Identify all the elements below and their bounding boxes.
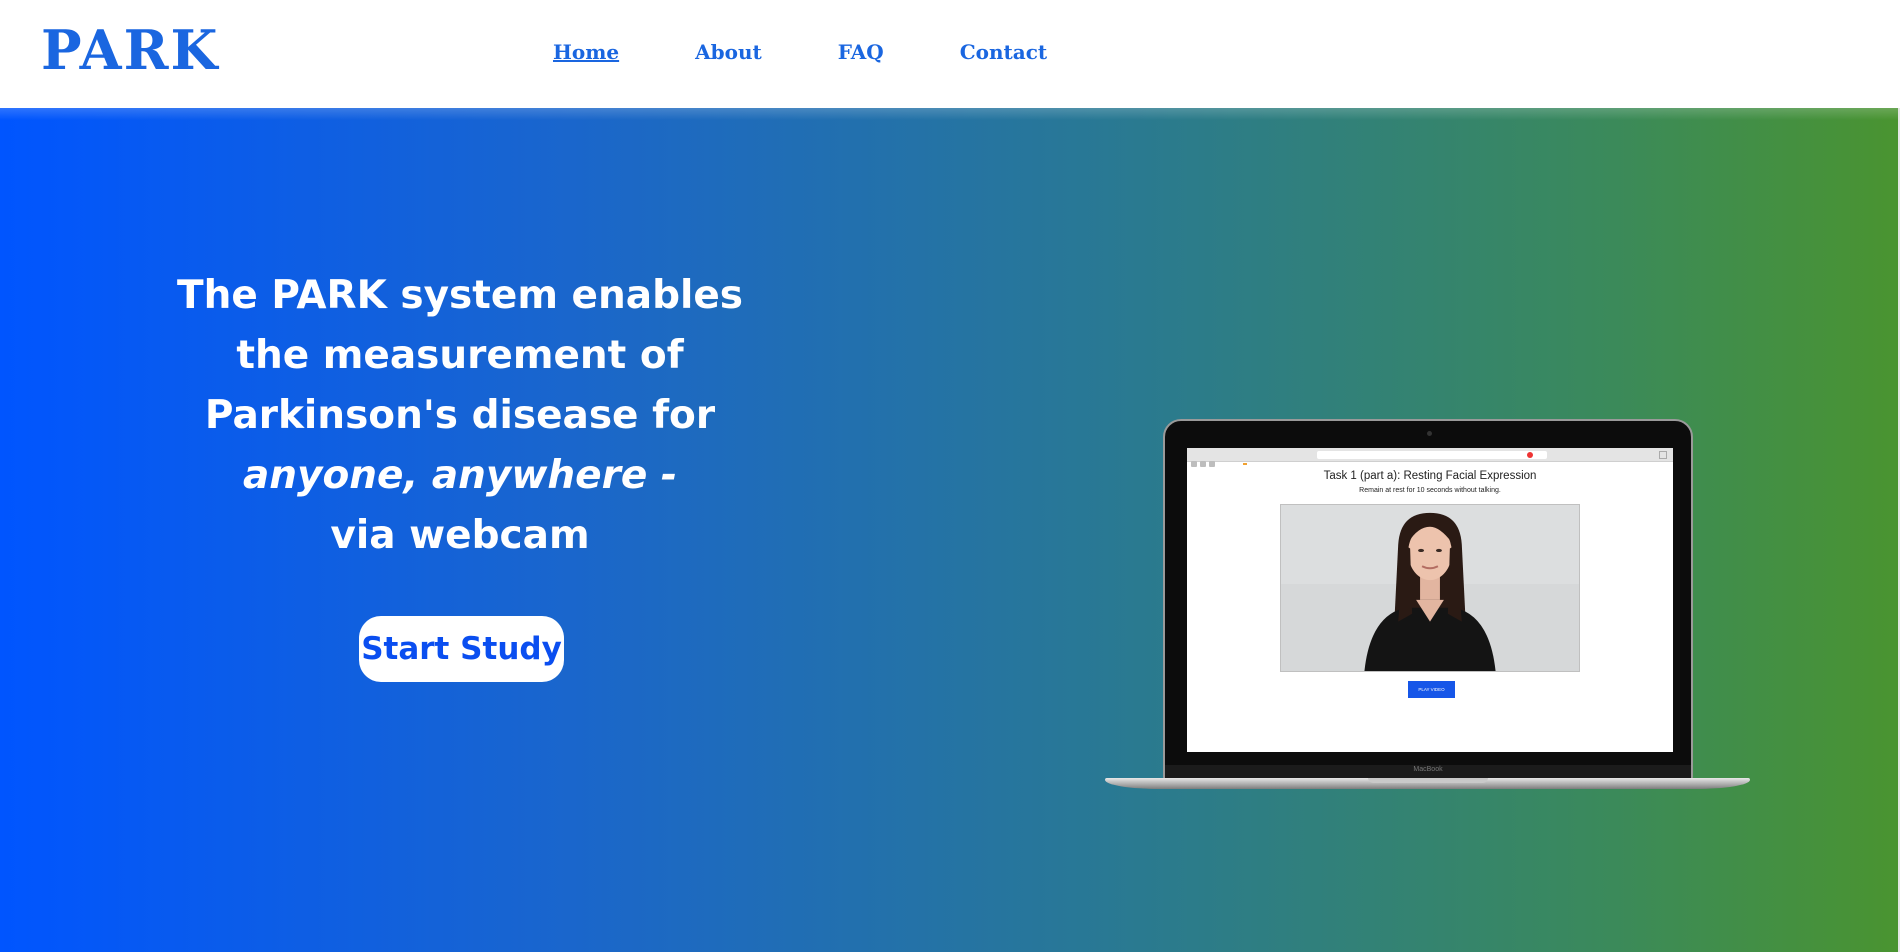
address-bar bbox=[1317, 451, 1547, 459]
browser-toolbar bbox=[1187, 448, 1673, 467]
park-logo[interactable]: PARK bbox=[41, 18, 219, 82]
laptop-mockup: Task 1 (part a): Resting Facial Expressi… bbox=[1105, 419, 1750, 789]
nav-contact[interactable]: Contact bbox=[960, 40, 1047, 64]
headline-line-1: The PARK system enables bbox=[176, 273, 744, 318]
person-image bbox=[1281, 505, 1579, 671]
nav-about[interactable]: About bbox=[695, 40, 762, 64]
webcam-dot bbox=[1427, 431, 1432, 436]
laptop-lid: Task 1 (part a): Resting Facial Expressi… bbox=[1163, 419, 1693, 781]
headline-line-3: Parkinson's disease for bbox=[204, 393, 716, 438]
nav-faq[interactable]: FAQ bbox=[838, 40, 884, 64]
device-label: MacBook bbox=[1413, 766, 1443, 773]
demo-video bbox=[1280, 504, 1580, 672]
window-controls bbox=[1191, 452, 1221, 467]
headline-line-4: anyone, anywhere - bbox=[242, 453, 678, 498]
nav-home[interactable]: Home bbox=[553, 40, 619, 64]
headline-line-5: via webcam bbox=[330, 513, 590, 558]
task-title: Task 1 (part a): Resting Facial Expressi… bbox=[1323, 470, 1537, 482]
header-shadow bbox=[0, 108, 1900, 120]
play-video-button[interactable]: PLAY VIDEO bbox=[1408, 681, 1455, 698]
main-nav: Home About FAQ Contact bbox=[553, 40, 1123, 64]
start-study-button[interactable]: Start Study bbox=[359, 616, 564, 682]
hero-headline: The PARK system enables the measurement … bbox=[160, 266, 760, 566]
laptop-screen: Task 1 (part a): Resting Facial Expressi… bbox=[1187, 448, 1673, 752]
page: PARK Home About FAQ Contact The PARK sys… bbox=[0, 0, 1900, 952]
share-icon bbox=[1659, 451, 1667, 459]
site-header: PARK Home About FAQ Contact bbox=[0, 0, 1900, 108]
recording-icon bbox=[1527, 452, 1533, 458]
headline-line-2: the measurement of bbox=[236, 333, 684, 378]
task-instructions: Remain at rest for 10 seconds without ta… bbox=[1359, 487, 1501, 494]
page-scrollbar[interactable] bbox=[1898, 0, 1900, 952]
laptop-notch bbox=[1368, 778, 1488, 783]
laptop-bezel: MacBook bbox=[1165, 765, 1691, 779]
hero-section: The PARK system enables the measurement … bbox=[0, 108, 1900, 952]
progress-indicator bbox=[1243, 463, 1247, 465]
